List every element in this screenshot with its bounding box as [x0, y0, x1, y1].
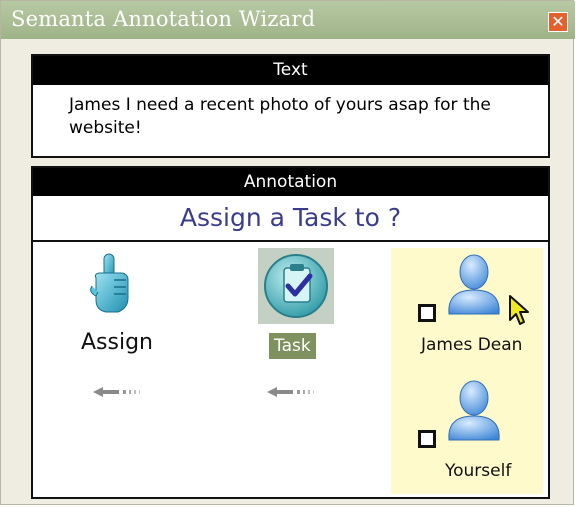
task-step-label[interactable]: Task [269, 333, 316, 359]
pointing-hand-icon [86, 252, 134, 320]
yourself-checkbox[interactable] [418, 430, 436, 448]
title-bar[interactable]: Semanta Annotation Wizard ✕ [1, 1, 575, 39]
annotation-panel-header: Annotation [33, 168, 548, 196]
close-icon: ✕ [551, 12, 565, 31]
person-icon[interactable] [443, 252, 505, 322]
annotation-wizard-window: Semanta Annotation Wizard ✕ Text James I… [0, 0, 575, 505]
clipboard-check-icon [264, 254, 328, 318]
annotation-panel: Annotation Assign a Task to ? Assign Tas… [31, 166, 550, 499]
assignee-choices: James Dean Yourself [391, 248, 543, 494]
task-step-button[interactable] [258, 248, 334, 324]
text-panel: Text James I need a recent photo of your… [31, 54, 550, 158]
left-arrow-icon [93, 383, 149, 402]
left-arrow-icon [267, 383, 323, 402]
james-dean-label[interactable]: James Dean [421, 335, 522, 355]
close-button[interactable]: ✕ [548, 12, 568, 32]
message-text: James I need a recent photo of yours asa… [69, 95, 491, 138]
assign-step-label[interactable]: Assign [81, 330, 153, 355]
task-question: Assign a Task to ? [33, 196, 548, 242]
mouse-cursor-icon [508, 294, 534, 330]
window-title: Semanta Annotation Wizard [11, 7, 316, 31]
yourself-label[interactable]: Yourself [445, 461, 511, 481]
text-panel-header: Text [33, 56, 548, 85]
person-icon[interactable] [443, 378, 505, 448]
james-dean-checkbox[interactable] [418, 304, 436, 322]
